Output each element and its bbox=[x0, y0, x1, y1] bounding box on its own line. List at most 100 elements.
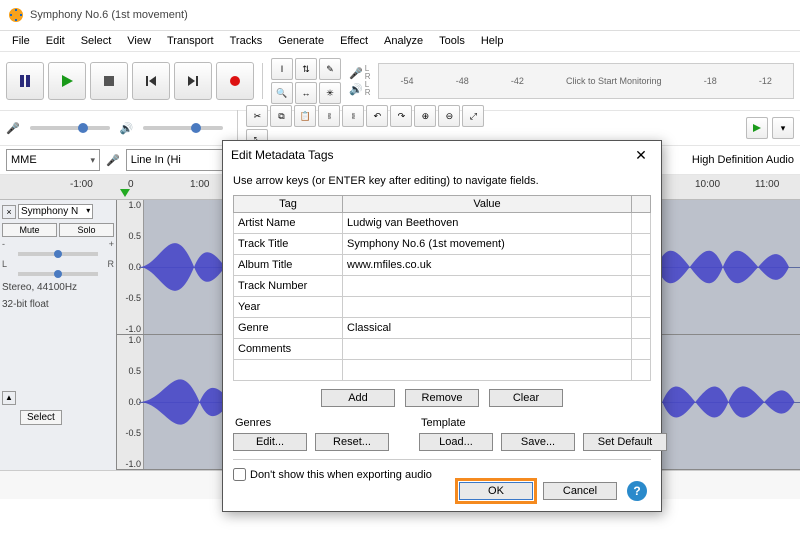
recording-volume-slider[interactable] bbox=[30, 126, 110, 130]
selection-tool-icon[interactable]: I bbox=[271, 58, 293, 80]
close-icon[interactable]: ✕ bbox=[629, 143, 653, 167]
audio-host-combo[interactable]: MME bbox=[6, 149, 100, 171]
track-control-panel: × Symphony N Mute Solo -+ LR Stereo, 441… bbox=[0, 200, 117, 470]
copy-icon[interactable]: ⧉ bbox=[270, 105, 292, 127]
envelope-tool-icon[interactable]: ⇅ bbox=[295, 58, 317, 80]
meter-tick: -12 bbox=[759, 76, 772, 86]
remove-button[interactable]: Remove bbox=[405, 389, 479, 407]
silence-icon[interactable]: ⧚ bbox=[342, 105, 364, 127]
dont-show-checkbox-input[interactable] bbox=[233, 468, 246, 481]
skip-end-button[interactable] bbox=[174, 62, 212, 100]
play-button[interactable] bbox=[48, 62, 86, 100]
playback-volume-slider[interactable] bbox=[143, 126, 223, 130]
table-row: Track TitleSymphony No.6 (1st movement) bbox=[234, 234, 651, 255]
trim-icon[interactable]: ⧛ bbox=[318, 105, 340, 127]
menu-edit[interactable]: Edit bbox=[38, 33, 73, 49]
skip-start-button[interactable] bbox=[132, 62, 170, 100]
genres-edit-button[interactable]: Edit... bbox=[233, 433, 307, 451]
menu-view[interactable]: View bbox=[119, 33, 159, 49]
multi-tool-icon[interactable]: ✳ bbox=[319, 82, 341, 104]
play-speed-dropdown-icon[interactable]: ▾ bbox=[772, 117, 794, 139]
meter-tick: -48 bbox=[456, 76, 469, 86]
track-close-icon[interactable]: × bbox=[2, 205, 16, 219]
genres-reset-button[interactable]: Reset... bbox=[315, 433, 389, 451]
separator bbox=[233, 459, 651, 460]
template-load-button[interactable]: Load... bbox=[419, 433, 493, 451]
transport-toolbar: I ⇅ ✎ 🔍 ↔ ✳ 🎤LR 🔊LR -54 -48 -42 Click to… bbox=[0, 52, 800, 111]
template-save-button[interactable]: Save... bbox=[501, 433, 575, 451]
track-select-button[interactable]: Select bbox=[20, 410, 62, 425]
menubar: File Edit Select View Transport Tracks G… bbox=[0, 31, 800, 52]
value-cell[interactable] bbox=[343, 276, 632, 297]
menu-tracks[interactable]: Tracks bbox=[222, 33, 271, 49]
value-cell[interactable] bbox=[343, 360, 632, 381]
speaker-icon: 🔊 bbox=[120, 122, 134, 135]
speaker-icon: 🔊 bbox=[349, 83, 363, 96]
playhead-cursor-icon[interactable] bbox=[120, 189, 130, 197]
gain-plus: + bbox=[109, 239, 114, 249]
app-logo-icon bbox=[8, 7, 24, 23]
collapse-icon[interactable]: ▲ bbox=[2, 391, 16, 405]
menu-file[interactable]: File bbox=[4, 33, 38, 49]
timeshift-tool-icon[interactable]: ↔ bbox=[295, 82, 317, 104]
pan-left: L bbox=[2, 259, 7, 269]
add-button[interactable]: Add bbox=[321, 389, 395, 407]
zoom-in-icon[interactable]: ⊕ bbox=[414, 105, 436, 127]
gain-slider[interactable] bbox=[18, 252, 98, 256]
pan-slider[interactable] bbox=[18, 272, 98, 276]
template-setdefault-button[interactable]: Set Default bbox=[583, 433, 667, 451]
value-cell[interactable] bbox=[343, 339, 632, 360]
fit-selection-icon[interactable]: ⤢ bbox=[462, 105, 484, 127]
dont-show-label: Don't show this when exporting audio bbox=[250, 469, 432, 481]
window-titlebar: Symphony No.6 (1st movement) bbox=[0, 0, 800, 31]
pan-right: R bbox=[108, 259, 115, 269]
clear-button[interactable]: Clear bbox=[489, 389, 563, 407]
value-cell[interactable]: Symphony No.6 (1st movement) bbox=[343, 234, 632, 255]
menu-help[interactable]: Help bbox=[473, 33, 512, 49]
mic-icon: 🎤 bbox=[106, 154, 120, 167]
gain-minus: - bbox=[2, 239, 5, 249]
paste-icon[interactable]: 📋 bbox=[294, 105, 316, 127]
record-button[interactable] bbox=[216, 62, 254, 100]
redo-icon[interactable]: ↷ bbox=[390, 105, 412, 127]
column-header-value[interactable]: Value bbox=[343, 196, 632, 213]
menu-tools[interactable]: Tools bbox=[431, 33, 473, 49]
cut-icon[interactable]: ✂ bbox=[246, 105, 268, 127]
draw-tool-icon[interactable]: ✎ bbox=[319, 58, 341, 80]
menu-analyze[interactable]: Analyze bbox=[376, 33, 431, 49]
dont-show-checkbox[interactable]: Don't show this when exporting audio bbox=[233, 468, 651, 481]
menu-generate[interactable]: Generate bbox=[270, 33, 332, 49]
table-row: GenreClassical bbox=[234, 318, 651, 339]
template-label: Template bbox=[421, 417, 667, 429]
genres-label: Genres bbox=[235, 417, 389, 429]
recording-meter[interactable]: -54 -48 -42 Click to Start Monitoring -1… bbox=[378, 63, 794, 99]
separator bbox=[262, 63, 263, 99]
timeline-tick: 11:00 bbox=[755, 179, 779, 190]
pause-button[interactable] bbox=[6, 62, 44, 100]
track-name-combo[interactable]: Symphony N bbox=[18, 204, 93, 219]
value-cell[interactable]: Classical bbox=[343, 318, 632, 339]
timeline-tick: 1:00 bbox=[190, 179, 209, 190]
mute-button[interactable]: Mute bbox=[2, 223, 57, 237]
play-at-speed-icon[interactable] bbox=[746, 117, 768, 139]
menu-transport[interactable]: Transport bbox=[159, 33, 222, 49]
zoom-out-icon[interactable]: ⊖ bbox=[438, 105, 460, 127]
track-bitdepth: 32-bit float bbox=[2, 299, 114, 310]
cancel-button[interactable]: Cancel bbox=[543, 482, 617, 500]
value-cell[interactable]: www.mfiles.co.uk bbox=[343, 255, 632, 276]
ok-button[interactable]: OK bbox=[459, 482, 533, 500]
column-header-tag[interactable]: Tag bbox=[234, 196, 343, 213]
undo-icon[interactable]: ↶ bbox=[366, 105, 388, 127]
menu-select[interactable]: Select bbox=[73, 33, 120, 49]
value-cell[interactable] bbox=[343, 297, 632, 318]
mic-channel-labels: 🎤LR 🔊LR bbox=[349, 65, 370, 97]
timeline-tick: 0 bbox=[128, 179, 134, 190]
meter-tick: -18 bbox=[704, 76, 717, 86]
edit-metadata-dialog: Edit Metadata Tags ✕ Use arrow keys (or … bbox=[222, 140, 662, 512]
zoom-tool-icon[interactable]: 🔍 bbox=[271, 82, 293, 104]
stop-button[interactable] bbox=[90, 62, 128, 100]
help-icon[interactable]: ? bbox=[627, 481, 647, 501]
solo-button[interactable]: Solo bbox=[59, 223, 114, 237]
value-cell[interactable]: Ludwig van Beethoven bbox=[343, 213, 632, 234]
menu-effect[interactable]: Effect bbox=[332, 33, 376, 49]
